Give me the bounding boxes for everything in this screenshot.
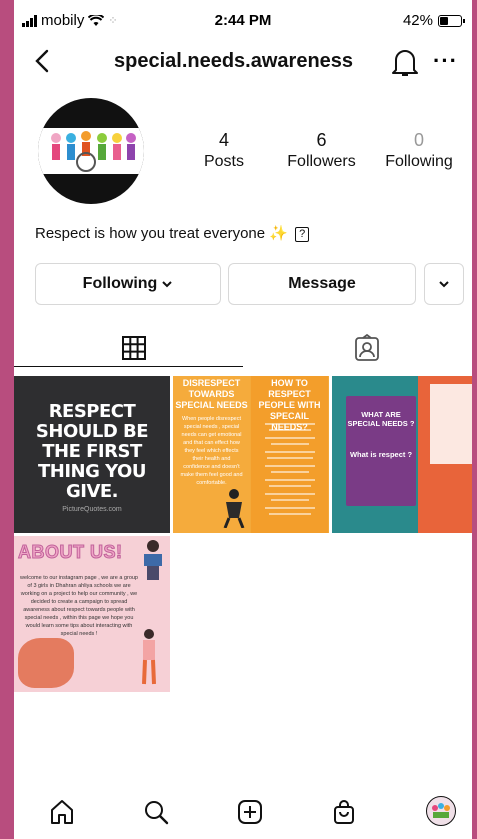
post-panel: HOW TO RESPECT PEOPLE WITH SPECAIL NEEDS… bbox=[251, 376, 328, 533]
shop-bag-icon[interactable] bbox=[330, 798, 358, 826]
profile-username: special.needs.awareness bbox=[114, 50, 354, 72]
chevron-left-icon[interactable] bbox=[28, 46, 58, 76]
active-tab-indicator bbox=[14, 366, 243, 367]
following-button-label: Following bbox=[82, 275, 158, 292]
post-text: welcome to our instagram page , we are a… bbox=[19, 575, 138, 637]
person-illustration-icon bbox=[223, 489, 245, 528]
profile-bio: Respect is how you treat everyone ✨ ? bbox=[35, 224, 310, 242]
home-icon[interactable] bbox=[48, 798, 76, 826]
stat-followers[interactable]: 6 Followers bbox=[277, 130, 367, 171]
post-title: ABOUT US! bbox=[18, 542, 123, 563]
post-thumbnail[interactable]: WHAT ARE SPECIAL NEEDS ? What is respect… bbox=[332, 376, 472, 533]
profile-stats: 4 Posts 6 Followers 0 Following bbox=[179, 130, 464, 171]
text-lines-icon bbox=[265, 423, 315, 515]
status-bar: mobily ⁘ 2:44 PM 42% bbox=[14, 0, 472, 40]
post-panel: DISRESPECT TOWARDS SPECIAL NEEDS When pe… bbox=[173, 376, 250, 533]
post-thumbnail[interactable]: ABOUT US! welcome to our instagram page … bbox=[14, 536, 170, 692]
people-illustration bbox=[18, 638, 74, 688]
reading-person-icon bbox=[144, 540, 162, 580]
stat-following[interactable]: 0 Following bbox=[374, 130, 464, 171]
profile-avatar[interactable] bbox=[38, 98, 144, 204]
stat-following-count: 0 bbox=[413, 130, 424, 150]
search-icon[interactable] bbox=[142, 798, 170, 826]
profile-tab-avatar[interactable] bbox=[426, 796, 456, 826]
chevron-down-icon bbox=[439, 281, 449, 288]
stat-followers-label: Followers bbox=[287, 153, 356, 170]
tagged-icon[interactable] bbox=[352, 333, 382, 363]
stat-following-label: Following bbox=[385, 153, 453, 170]
bell-icon[interactable] bbox=[390, 46, 420, 78]
stat-posts[interactable]: 4 Posts bbox=[179, 130, 269, 171]
more-options-button[interactable]: ··· bbox=[433, 48, 458, 74]
grid-icon[interactable] bbox=[119, 333, 149, 363]
battery-percent: 42% bbox=[402, 12, 433, 29]
post-thumbnail[interactable]: RESPECT SHOULD BE THE FIRST THING YOU GI… bbox=[14, 376, 170, 533]
post-panel-subtitle: What is respect ? bbox=[349, 450, 413, 459]
following-button[interactable]: Following bbox=[35, 263, 221, 305]
post-panel bbox=[418, 376, 472, 533]
post-credit: PictureQuotes.com bbox=[62, 506, 122, 513]
profile-header: special.needs.awareness ··· bbox=[14, 40, 472, 85]
stat-posts-label: Posts bbox=[203, 153, 244, 170]
message-button-label: Message bbox=[288, 275, 356, 292]
suggested-accounts-button[interactable] bbox=[424, 263, 464, 305]
post-panel-title: WHAT ARE SPECIAL NEEDS ? bbox=[347, 410, 415, 428]
message-button[interactable]: Message bbox=[228, 263, 416, 305]
battery-icon bbox=[438, 14, 465, 27]
unknown-glyph-icon: ? bbox=[295, 226, 310, 242]
post-thumbnail[interactable]: DISRESPECT TOWARDS SPECIAL NEEDS When pe… bbox=[173, 376, 329, 533]
post-panel-title: DISRESPECT TOWARDS SPECIAL NEEDS bbox=[175, 378, 248, 410]
post-panel-text: When people disrespect special needs , s… bbox=[180, 416, 243, 486]
people-group-icon bbox=[432, 803, 450, 818]
stat-followers-count: 6 bbox=[316, 130, 327, 150]
phone-screen: mobily ⁘ 2:44 PM 42% special.needs.aware… bbox=[14, 0, 472, 839]
bottom-nav bbox=[14, 790, 472, 839]
standing-person-icon bbox=[142, 629, 156, 685]
plus-square-icon[interactable] bbox=[236, 798, 264, 826]
bio-text: Respect is how you treat everyone bbox=[35, 225, 266, 242]
battery-area: 42% bbox=[402, 12, 465, 29]
post-quote-text: RESPECT SHOULD BE THE FIRST THING YOU GI… bbox=[35, 401, 149, 502]
post-panel: WHAT ARE SPECIAL NEEDS ? What is respect… bbox=[346, 396, 416, 506]
chevron-down-icon bbox=[162, 281, 173, 288]
stat-posts-count: 4 bbox=[218, 130, 229, 150]
sparkles-emoji: ✨ bbox=[269, 225, 288, 242]
people-group-icon bbox=[51, 131, 136, 172]
